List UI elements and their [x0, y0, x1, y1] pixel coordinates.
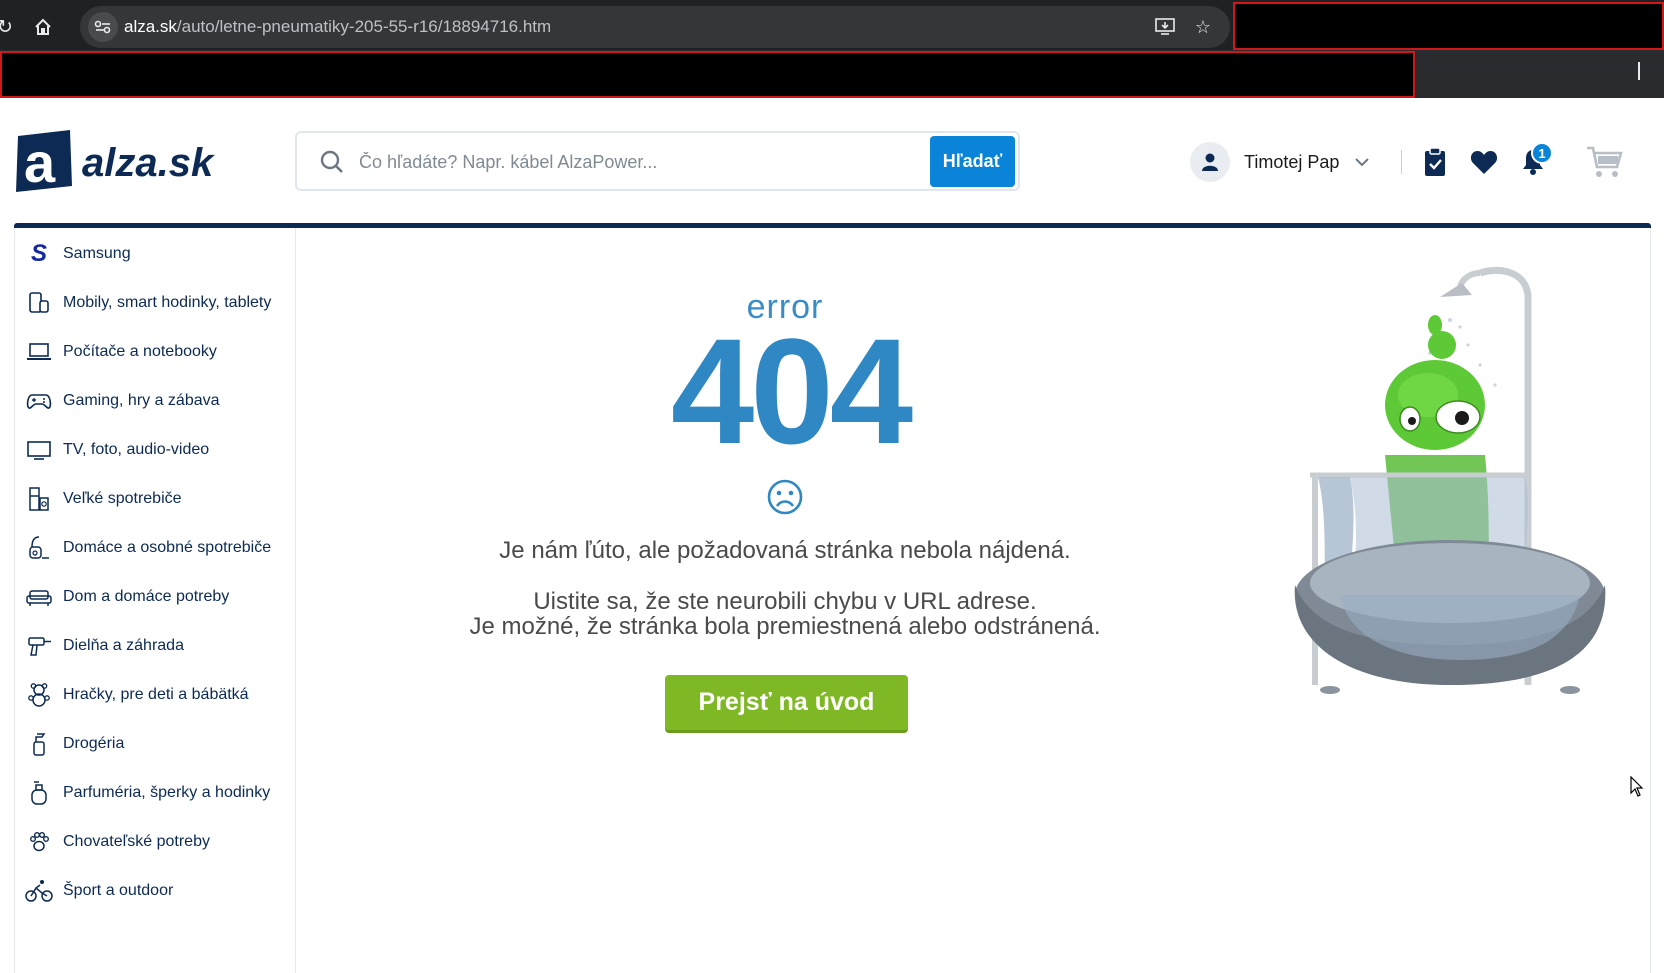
sidebar-item-label: TV, foto, audio-video — [63, 441, 210, 458]
drill-icon — [24, 631, 54, 661]
sidebar-item-velke-spotrebice[interactable]: Veľké spotrebiče — [14, 473, 295, 525]
favorites-heart-icon[interactable] — [1467, 145, 1501, 179]
redacted-area — [1233, 2, 1664, 50]
sofa-icon — [24, 582, 54, 612]
go-home-button[interactable]: Prejsť na úvod — [665, 675, 908, 733]
mouse-cursor-icon — [1630, 776, 1644, 797]
sidebar-item-sport[interactable]: Šport a outdoor — [14, 865, 295, 917]
error-hint-line1: Uistite sa, že ste neurobili chybu v URL… — [533, 588, 1037, 615]
search-icon — [319, 149, 345, 175]
notifications-badge: 1 — [1531, 142, 1553, 164]
sidebar-item-tv[interactable]: TV, foto, audio-video — [14, 424, 295, 476]
sidebar-item-mobily[interactable]: Mobily, smart hodinky, tablety — [14, 277, 295, 329]
category-sidebar: S Samsung Mobily, smart hodinky, tablety… — [14, 228, 296, 973]
sidebar-item-dielna[interactable]: Dielňa a záhrada — [14, 620, 295, 672]
bookmark-star-icon[interactable]: ☆ — [1190, 14, 1216, 40]
gamepad-icon — [24, 386, 54, 416]
phone-icon — [24, 288, 54, 318]
sidebar-item-label: Hračky, pre deti a bábätká — [63, 686, 249, 703]
teddy-icon — [24, 680, 54, 710]
search-button[interactable]: Hľadať — [930, 136, 1015, 187]
install-app-icon[interactable] — [1152, 14, 1178, 40]
chevron-down-icon — [1355, 158, 1370, 167]
logo-text: alza.sk — [82, 141, 215, 185]
alien-shower-illustration — [1294, 267, 1606, 694]
redacted-area — [0, 51, 1415, 98]
sidebar-item-dom[interactable]: Dom a domáce potreby — [14, 571, 295, 623]
sidebar-item-domace-spotrebice[interactable]: Domáce a osobné spotrebiče — [14, 522, 295, 574]
url-text: alza.sk/auto/letne-pneumatiky-205-55-r16… — [124, 17, 551, 37]
sidebar-item-label: Počítače a notebooky — [63, 343, 217, 360]
sidebar-item-pocitace[interactable]: Počítače a notebooky — [14, 326, 295, 378]
error-message: Je nám ľúto, ale požadovaná stránka nebo… — [499, 537, 1071, 564]
sidebar-item-label: Dom a domáce potreby — [63, 588, 230, 605]
bookmarks-separator — [1638, 62, 1640, 80]
home-icon[interactable] — [28, 12, 58, 42]
header-divider — [1401, 150, 1402, 174]
reload-icon[interactable]: ↻ — [0, 12, 20, 42]
sidebar-item-label: Šport a outdoor — [63, 882, 174, 899]
tv-icon — [24, 435, 54, 465]
sidebar-item-samsung[interactable]: S Samsung — [14, 228, 295, 280]
sidebar-item-label: Parfuméria, šperky a hodinky — [63, 784, 271, 801]
samsung-icon: S — [30, 240, 47, 267]
site-info-icon[interactable] — [88, 12, 118, 42]
user-avatar-icon — [1190, 142, 1230, 182]
browser-chrome: ↻ alza.sk/auto/letne-pneumatiky-205-55-r… — [0, 0, 1664, 98]
user-menu[interactable]: Timotej Pap — [1190, 141, 1371, 183]
search-input[interactable] — [359, 145, 929, 179]
fridge-icon — [24, 484, 54, 514]
spray-icon — [24, 729, 54, 759]
sidebar-item-label: Mobily, smart hodinky, tablety — [63, 294, 272, 311]
error-hint-line2: Je možné, že stránka bola premiestnená a… — [469, 613, 1101, 640]
sidebar-item-label: Samsung — [63, 245, 131, 262]
sidebar-item-hracky[interactable]: Hračky, pre deti a bábätká — [14, 669, 295, 721]
sidebar-item-label: Gaming, hry a zábava — [63, 392, 220, 409]
error-code: 404 — [670, 307, 913, 475]
sidebar-item-label: Domáce a osobné spotrebiče — [63, 539, 272, 556]
alza-logo[interactable]: a alza.sk — [14, 130, 224, 194]
address-bar[interactable]: alza.sk/auto/letne-pneumatiky-205-55-r16… — [80, 6, 1230, 48]
sidebar-item-chovatelske[interactable]: Chovateľské potreby — [14, 816, 295, 868]
sidebar-item-label: Dielňa a záhrada — [63, 637, 184, 654]
sad-face-icon — [767, 479, 803, 515]
sidebar-item-parfumeria[interactable]: Parfuméria, šperky a hodinky — [14, 767, 295, 819]
search-bar: Hľadať — [295, 131, 1020, 191]
user-name: Timotej Pap — [1244, 151, 1340, 172]
svg-text:a: a — [24, 131, 56, 192]
sidebar-item-label: Chovateľské potreby — [63, 833, 210, 850]
url-domain: alza.sk — [124, 17, 177, 36]
paw-icon — [24, 827, 54, 857]
vacuum-icon — [24, 533, 54, 563]
bike-icon — [24, 876, 54, 906]
laptop-icon — [24, 337, 54, 367]
sidebar-item-label: Drogéria — [63, 735, 125, 752]
url-path: /auto/letne-pneumatiky-205-55-r16/188947… — [176, 17, 552, 36]
orders-clipboard-icon[interactable] — [1418, 145, 1452, 179]
perfume-icon — [24, 778, 54, 808]
sidebar-item-label: Veľké spotrebiče — [63, 490, 182, 507]
cart-icon[interactable] — [1585, 145, 1625, 179]
sidebar-item-drogeria[interactable]: Drogéria — [14, 718, 295, 770]
sidebar-item-gaming[interactable]: Gaming, hry a zábava — [14, 375, 295, 427]
